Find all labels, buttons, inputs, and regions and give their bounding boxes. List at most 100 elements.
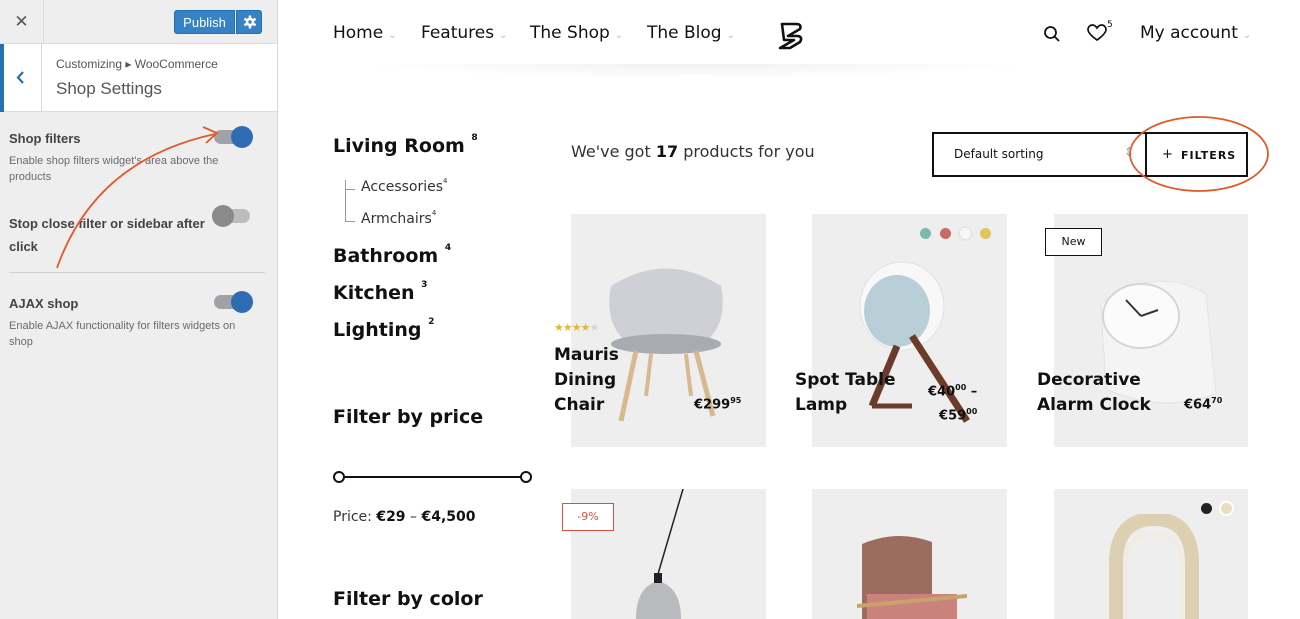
price-cents: 95 [730,396,742,405]
chevron-down-icon: ⌄ [726,30,735,41]
product-image [636,489,684,619]
category-count: 2 [428,317,435,327]
color-filter-title: Filter by color [333,588,483,610]
close-icon[interactable]: ✕ [0,0,44,44]
category-lighting[interactable]: Lighting 2 [333,317,435,341]
stop-close-filter-toggle[interactable] [212,205,250,227]
color-swatch[interactable] [940,228,951,239]
header-shadow [360,64,1030,78]
color-swatch[interactable] [980,228,991,239]
product-card[interactable]: -9% [562,489,766,619]
search-icon[interactable] [1043,25,1061,43]
product-card[interactable] [812,489,1007,619]
price-range-text: Price: €29 – €4,500 [333,509,476,525]
my-account-menu[interactable]: My account ⌄ [1140,23,1251,43]
tree-line [345,180,346,222]
category-label: Bathroom [333,245,439,267]
product-card[interactable]: New Decorative Alarm Clock €6470 [1037,214,1248,447]
category-kitchen[interactable]: Kitchen 3 [333,280,428,304]
product-card[interactable] [1054,489,1248,619]
color-swatch[interactable] [1221,503,1232,514]
nav-label: The Shop [530,23,610,43]
price-slider-min-handle[interactable] [333,471,345,483]
category-count: 3 [421,280,428,290]
nav-item-home[interactable]: Home ⌄ [333,23,397,43]
results-suffix: products for you [683,142,815,161]
ajax-shop-description: Enable AJAX functionality for filters wi… [9,320,236,348]
brand-logo-icon[interactable] [776,20,806,52]
price-max: €4,500 [421,509,476,525]
category-label: Living Room [333,135,465,157]
product-name-line: Decorative [1037,370,1141,390]
price-amount: €40 [928,384,956,400]
price-filter-title: Filter by price [333,406,484,428]
nav-item-the-shop[interactable]: The Shop ⌄ [530,23,623,43]
category-living-room[interactable]: Living Room 8 [333,133,478,157]
back-button[interactable] [0,44,42,112]
product-card[interactable]: ★★★★★ Mauris Dining Chair €29995 [554,214,766,447]
category-label: Armchairs [361,211,432,227]
product-image [1109,514,1199,619]
price-cents: 70 [1211,396,1223,405]
category-label: Kitchen [333,282,415,304]
results-number: 17 [655,142,679,161]
product-price: €6470 [1184,396,1222,412]
toggle-knob [231,291,253,313]
wishlist-count: 5 [1107,20,1113,30]
product-badge-sale: -9% [562,503,614,531]
category-armchairs[interactable]: Armchairs4 [361,209,437,227]
ajax-shop-label: AJAX shop [9,296,79,311]
category-count: 4 [431,209,437,217]
filters-button[interactable]: + FILTERS [1145,132,1248,177]
publish-button[interactable]: Publish [174,10,235,34]
customizer-panel: ✕ Publish Customizing ▸ WooCommerce Shop… [0,0,278,619]
chevron-down-icon: ⌄ [614,30,624,41]
category-count: 4 [444,243,452,253]
product-name[interactable]: Spot Table Lamp [795,368,896,418]
wishlist-button[interactable]: 5 [1087,20,1113,46]
chevron-down-icon: ⌄ [388,30,397,41]
plus-icon: + [1162,147,1173,162]
color-swatch[interactable] [920,228,931,239]
color-swatch[interactable] [1201,503,1212,514]
product-price-min: €4000 – [928,383,978,400]
breadcrumb: Customizing ▸ WooCommerce [56,57,218,71]
section-title: Shop Settings [56,79,162,98]
product-name-line: Spot Table [795,370,896,390]
divider [9,272,265,273]
price-slider-track[interactable] [338,476,526,478]
product-name[interactable]: Mauris Dining Chair [554,343,619,418]
product-name-line: Chair [554,395,605,415]
updown-arrows-icon: ⇕ [1124,145,1135,159]
nav-item-features[interactable]: Features ⌄ [421,23,508,43]
category-count: 4 [443,177,448,185]
category-accessories[interactable]: Accessories4 [361,177,448,195]
rating-stars: ★★★★★ [554,321,599,334]
tree-line [345,189,355,190]
toggle-knob [231,126,253,148]
price-cents: 00 [955,383,967,392]
color-swatch[interactable] [960,228,971,239]
product-price-range: €4000 – €59 00 [928,378,977,427]
price-amount: €59 [939,408,967,424]
category-bathroom[interactable]: Bathroom 4 [333,243,452,267]
product-name[interactable]: Decorative Alarm Clock [1037,368,1151,418]
shop-filters-toggle[interactable] [214,126,253,148]
shop-filters-description: Enable shop filters widget's area above … [9,155,219,183]
product-name-line: Dining [554,370,617,390]
sorting-select[interactable]: Default sorting ⇕ [932,132,1147,177]
chevron-left-icon [16,71,24,84]
product-name-line: Alarm Clock [1037,395,1151,415]
ajax-shop-toggle[interactable] [214,291,253,313]
price-amount: €299 [694,397,731,413]
page: ✕ Publish Customizing ▸ WooCommerce Shop… [0,0,1300,619]
gear-icon [243,15,257,29]
sorting-value: Default sorting [954,147,1044,161]
results-prefix: We've got [571,142,651,161]
nav-item-the-blog[interactable]: The Blog ⌄ [647,23,735,43]
product-name-line: Mauris [554,345,619,365]
publish-settings-button[interactable] [236,10,262,34]
product-card[interactable]: Spot Table Lamp €4000 – €59 00 [795,214,1007,447]
price-min: €29 [376,509,406,525]
price-slider-max-handle[interactable] [520,471,532,483]
